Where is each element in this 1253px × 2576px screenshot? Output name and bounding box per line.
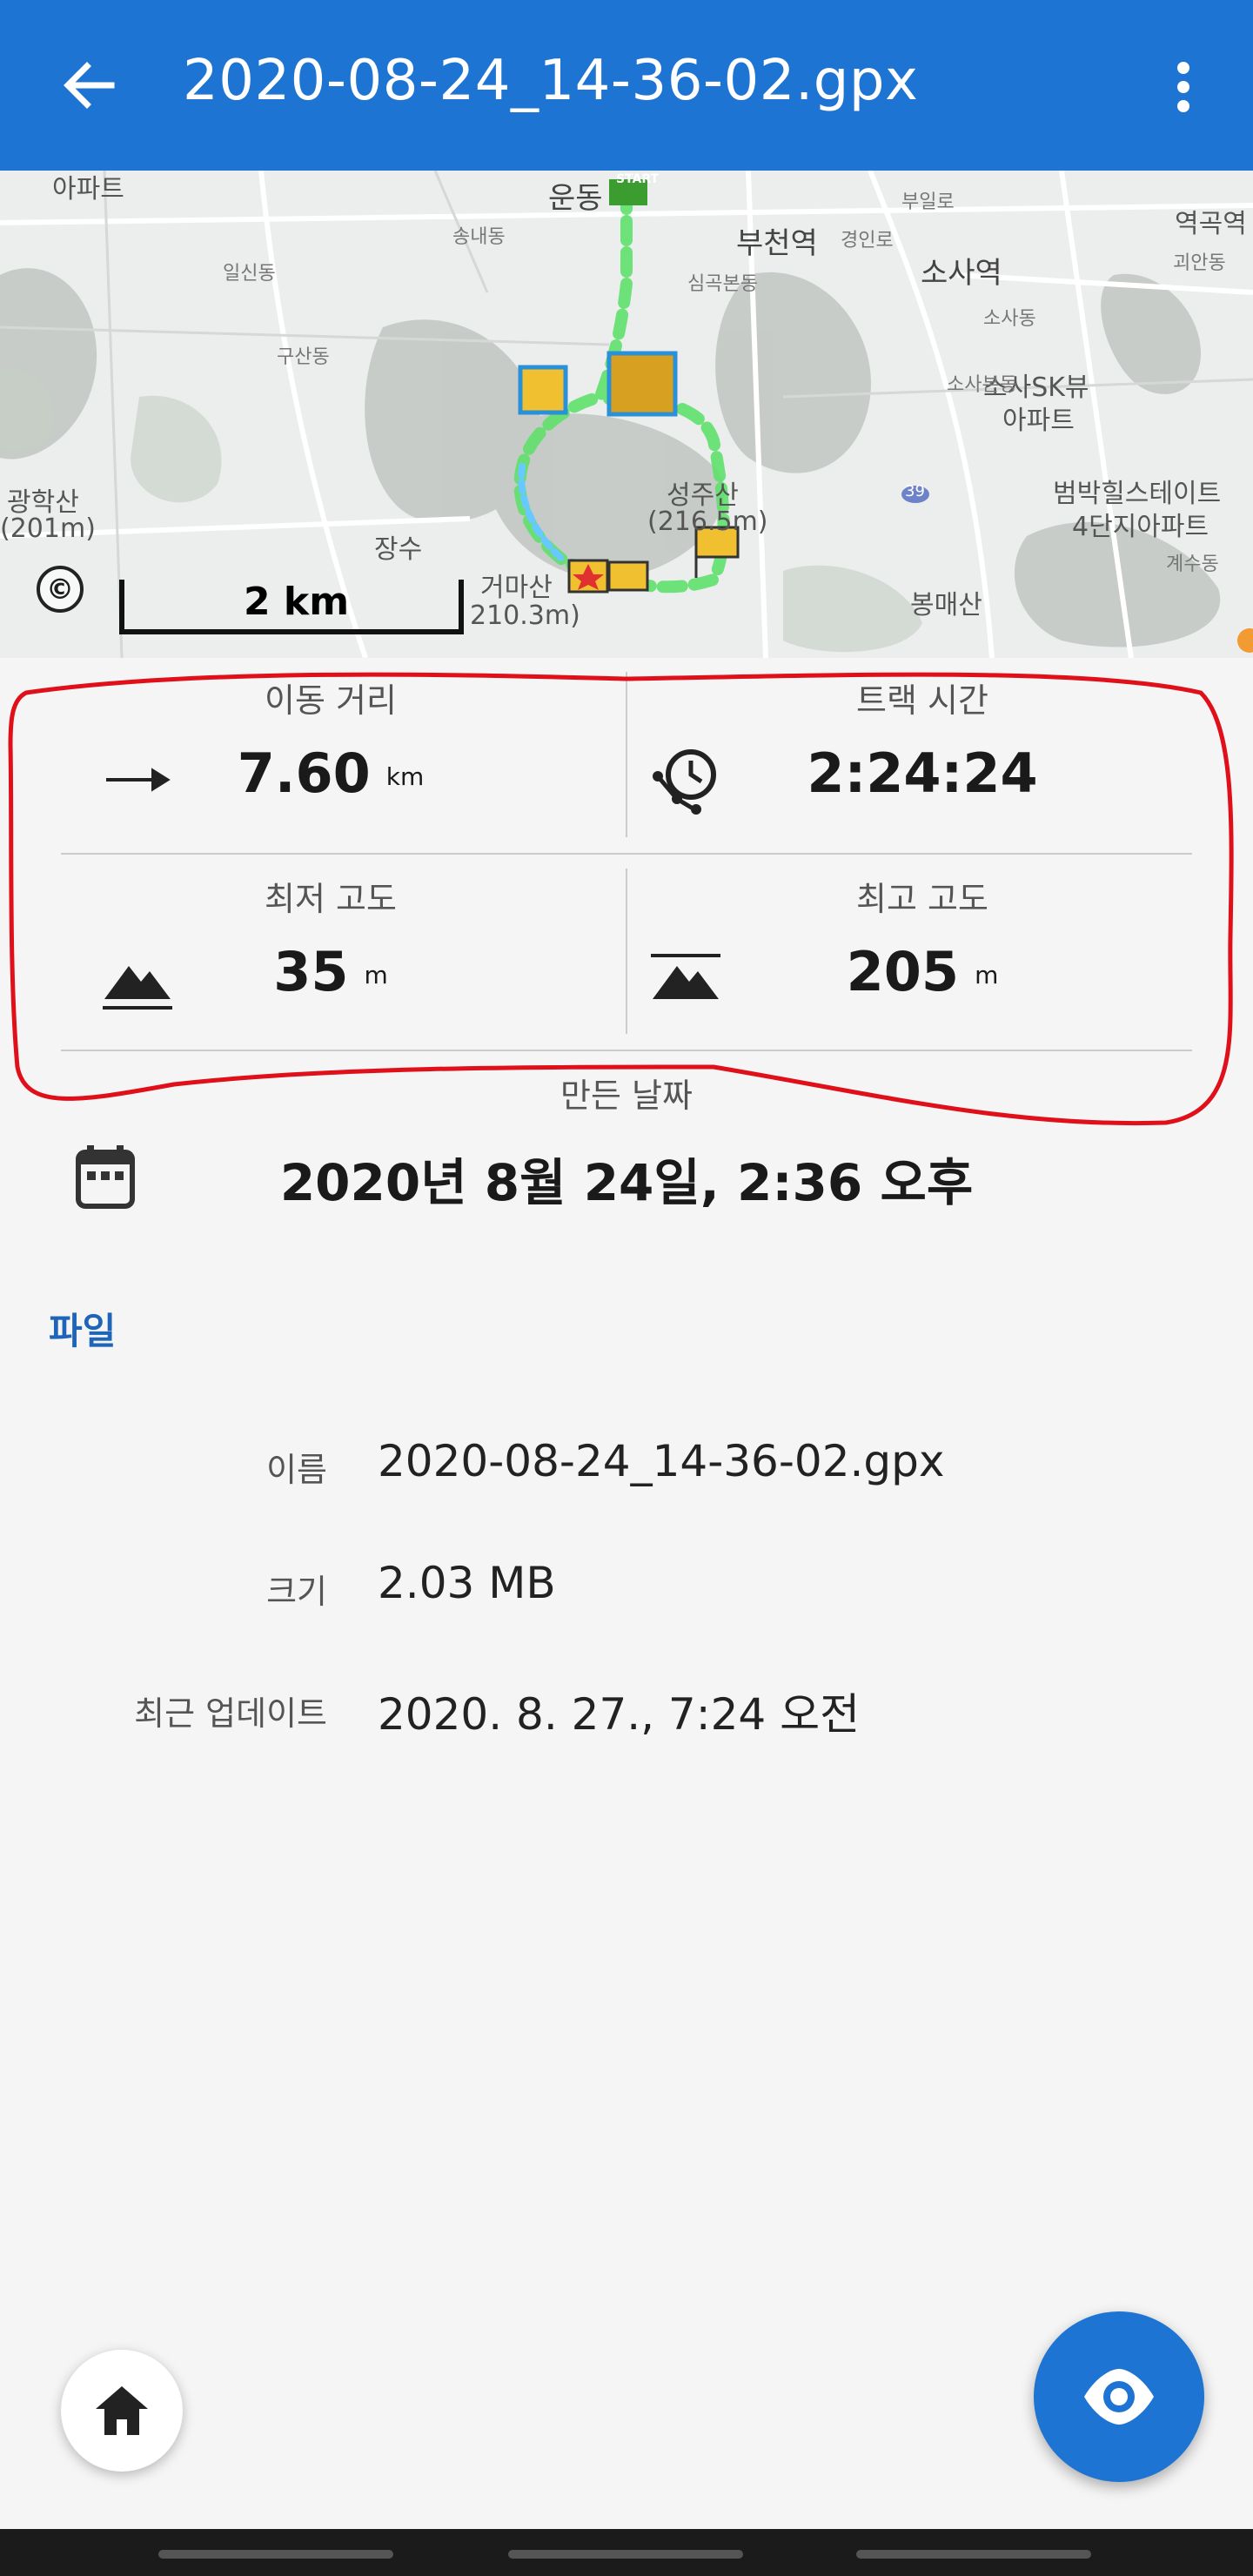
file-row-key: 최근 업데이트 [134,1694,327,1733]
home-button[interactable] [61,2350,183,2472]
route-map[interactable]: 아파트 운동 START 부천역 역곡역 소사역 소사SK뷰 아파트 광학산 (… [0,171,1253,658]
map-label: 괴안동 [1173,252,1226,274]
map-label: 심곡본동 [687,273,758,295]
file-section-title: 파일 [49,1310,117,1352]
map-label: 소사동 [983,308,1036,330]
map-label: 장수 [374,534,423,565]
map-label: 구산동 [277,346,330,368]
map-label: 운동 [548,181,603,216]
created-date-value: 2020년 8월 24일, 2:36 오후 [279,1153,974,1212]
highlight-annotation [8,672,1234,1126]
map-label: 계수동 [1166,553,1219,575]
file-row-value: 2020-08-24_14-36-02.gpx [378,1436,945,1486]
map-scale-label: 2 km [244,580,350,624]
nav-handle[interactable] [856,2550,1091,2559]
file-row-value: 2020. 8. 27., 7:24 오전 [378,1689,861,1740]
map-label: 4단지아파트 [1072,512,1209,542]
file-row-value: 2.03 MB [378,1558,556,1608]
nav-handle[interactable] [508,2550,743,2559]
map-label: 일신동 [223,263,276,285]
map-label: START [616,172,660,186]
app-bar: 2020-08-24_14-36-02.gpx [0,0,1253,171]
system-nav-bar [0,2529,1253,2576]
page-title: 2020-08-24_14-36-02.gpx [183,49,919,113]
file-row-key: 크기 [266,1573,327,1611]
map-label: 소사역 [921,256,1002,291]
map-label: 경인로 [841,230,894,252]
map-label: (201m) [0,513,96,544]
created-date-label: 만든 날짜 [560,1077,693,1115]
map-label: 봉매산 [910,590,982,621]
copyright-icon[interactable]: © [37,566,84,613]
map-label: 역곡역 [1175,209,1247,239]
map-label: 부일로 [901,191,955,213]
map-label: 아파트 [1002,406,1075,436]
map-label: 송내동 [452,226,506,248]
more-vert-icon[interactable] [1157,52,1209,122]
file-row-key: 이름 [266,1451,327,1489]
home-icon [96,2386,148,2435]
eye-icon [1084,2369,1154,2425]
map-label: 소사본동 [947,374,1017,396]
map-label: 거마산 [480,573,553,603]
map-label: (216.5m) [647,506,768,537]
map-label: 210.3m) [470,600,580,631]
view-button[interactable] [1034,2311,1204,2482]
map-label: 부천역 [736,226,818,261]
map-label: 39 [905,482,925,500]
map-label: 아파트 [52,174,124,205]
arrow-back-icon[interactable] [54,50,124,120]
nav-handle[interactable] [158,2550,393,2559]
